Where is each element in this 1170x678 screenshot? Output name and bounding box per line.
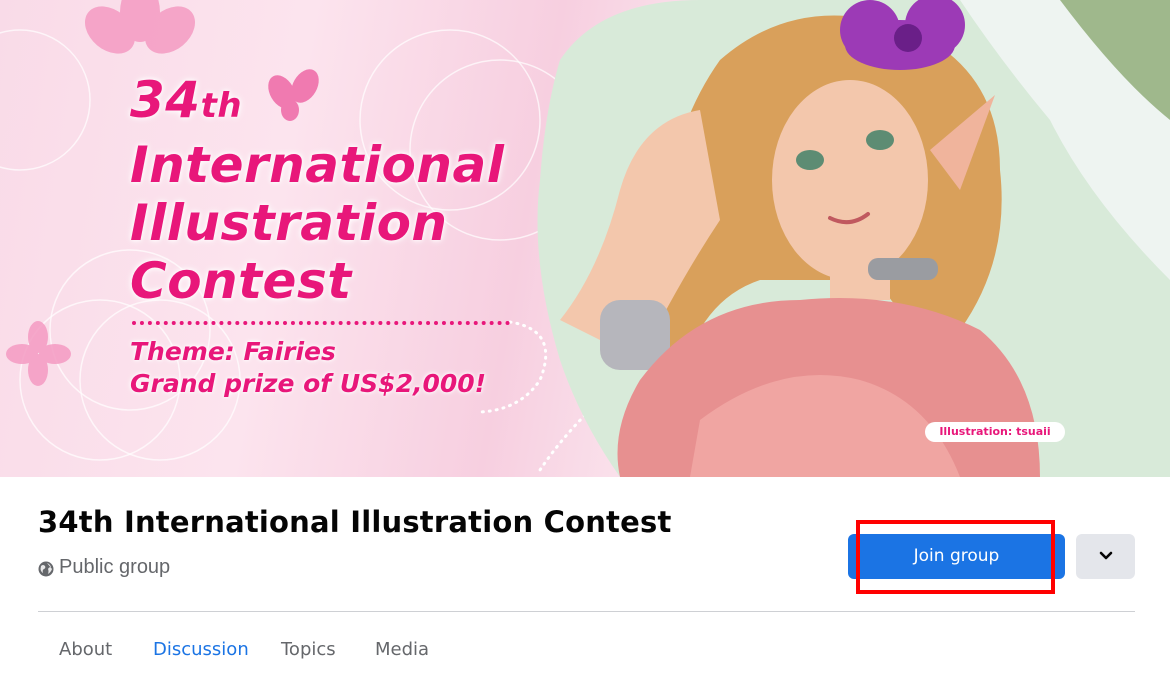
group-title: 34th International Illustration Contest	[38, 505, 672, 539]
cover-title-line-3: Contest	[130, 252, 352, 310]
tab-discussion[interactable]: Discussion	[153, 630, 249, 670]
header-divider	[38, 611, 1135, 612]
tab-media[interactable]: Media	[375, 630, 429, 670]
privacy-label: Public group	[59, 556, 171, 578]
cover-photo[interactable]: 34th International Illustration Contest …	[0, 0, 1170, 477]
cover-ordinal-number: 34	[130, 71, 201, 129]
more-options-button[interactable]	[1076, 534, 1135, 579]
chevron-down-icon	[1099, 548, 1113, 566]
cover-title-line-2: Illustration	[130, 194, 448, 252]
cover-theme: Theme: Fairies	[130, 337, 336, 366]
cover-heading: 34th International Illustration Contest	[130, 70, 530, 310]
cover-prize: Grand prize of US$2,000!	[130, 369, 487, 398]
group-privacy: Public group	[38, 556, 170, 579]
tab-topics[interactable]: Topics	[281, 630, 336, 670]
cover-dotted-divider	[132, 321, 510, 327]
join-group-button[interactable]: Join group	[848, 534, 1065, 579]
cover-ordinal-suffix: th	[200, 86, 243, 126]
tab-about[interactable]: About	[59, 630, 112, 670]
globe-icon	[38, 560, 54, 576]
cover-subtitle: Theme: Fairies Grand prize of US$2,000!	[130, 336, 550, 400]
illustration-credit: Illustration: tsuaii	[925, 422, 1065, 442]
cover-title-line-1: International	[130, 136, 505, 194]
